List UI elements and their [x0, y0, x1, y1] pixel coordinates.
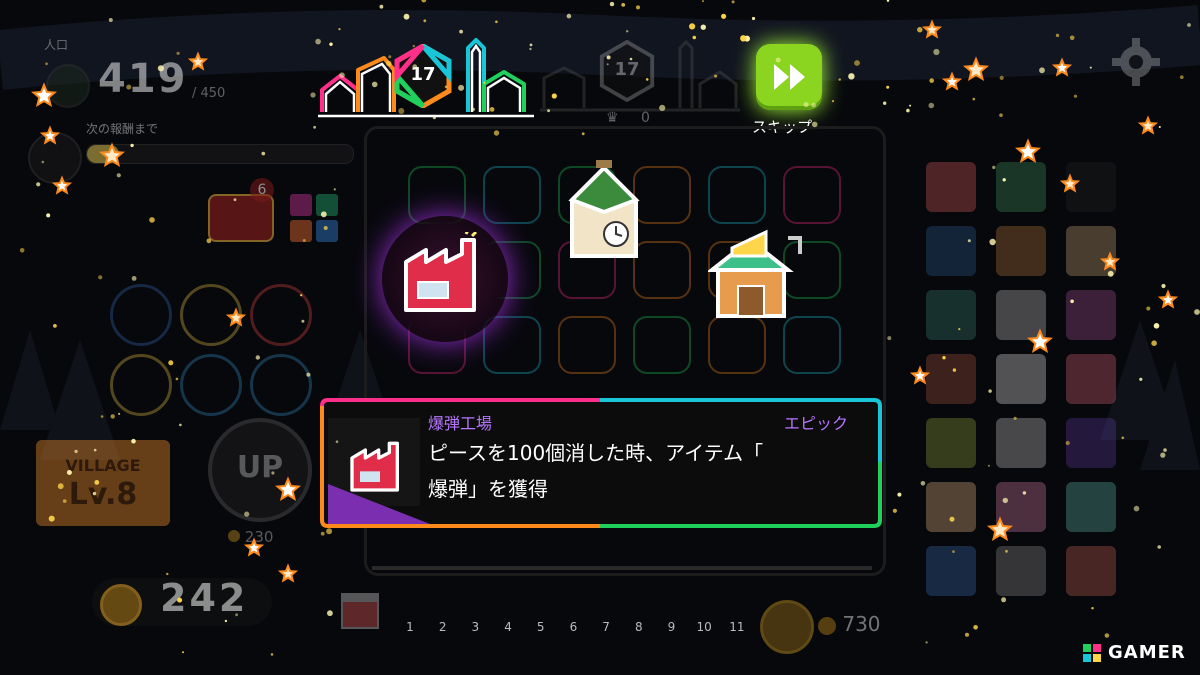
grid-tile[interactable]: [708, 166, 766, 224]
tooltip-rarity: エピック: [784, 414, 849, 433]
tooltip-description-line1: ピースを100個消した時、アイテム「: [428, 441, 764, 465]
timeline-tick: 9: [667, 620, 676, 634]
timeline-tick: 3: [471, 620, 480, 634]
building-icon[interactable]: [926, 546, 976, 596]
timeline-tick: 10: [696, 620, 712, 634]
grid-tile[interactable]: [483, 166, 541, 224]
item-slot[interactable]: [110, 284, 172, 346]
timeline-tick: 8: [634, 620, 643, 634]
upgrade-cost: 230: [228, 528, 273, 546]
coin-count: 242: [160, 576, 249, 620]
reward-chest-icon: [28, 132, 82, 184]
building-icon[interactable]: [1066, 226, 1116, 276]
building-icon[interactable]: [1066, 546, 1116, 596]
building-icon[interactable]: [926, 418, 976, 468]
building-icon[interactable]: [996, 354, 1046, 404]
timeline-ticks: 1 2 3 4 5 6 7 8 9 10 11: [398, 620, 749, 634]
grid-tile[interactable]: [783, 316, 841, 374]
round-badge-number: 17: [410, 64, 436, 85]
building-collection: [926, 162, 1122, 596]
cheese-shop-icon[interactable]: [708, 226, 806, 320]
factory-icon[interactable]: [402, 232, 488, 316]
crown-counter: ♛ 0: [606, 110, 650, 126]
building-icon[interactable]: [996, 162, 1046, 212]
timeline-tick: 5: [536, 620, 545, 634]
grid-tile[interactable]: [408, 166, 466, 224]
population-max: / 450: [192, 86, 226, 101]
village-level: Lv.8: [68, 477, 138, 512]
calendar-icon: [338, 584, 382, 632]
grid-tile[interactable]: [633, 316, 691, 374]
grid-tile[interactable]: [558, 316, 616, 374]
building-icon[interactable]: [926, 354, 976, 404]
building-icon[interactable]: [1066, 162, 1116, 212]
building-icon[interactable]: [1066, 354, 1116, 404]
population-panel: 人口: [44, 36, 68, 53]
timeline-tick: 11: [729, 620, 745, 634]
gear-icon: [1112, 38, 1160, 86]
bank-icon[interactable]: [760, 600, 814, 654]
item-slot[interactable]: [180, 354, 242, 416]
building-icon[interactable]: [996, 418, 1046, 468]
item-slot[interactable]: [250, 284, 312, 346]
reward-label: 次の報酬まで: [86, 122, 159, 136]
building-icon[interactable]: [996, 290, 1046, 340]
tooltip-factory-icon: [350, 441, 399, 492]
building-icon[interactable]: [926, 162, 976, 212]
settings-button[interactable]: [1110, 36, 1162, 88]
crown-count: 0: [641, 110, 650, 126]
timeline-tick: 4: [504, 620, 512, 634]
building-icon[interactable]: [996, 226, 1046, 276]
building-icon[interactable]: [1066, 290, 1116, 340]
item-slot[interactable]: [180, 284, 242, 346]
population-label: 人口: [44, 38, 69, 52]
village-level-panel: VILLAGE Lv.8: [36, 440, 170, 526]
coin-icon: [228, 530, 240, 542]
reward-progress-bar: [86, 144, 354, 164]
right-coin-counter: 730: [818, 612, 881, 636]
right-coin-value: 730: [842, 612, 881, 636]
round-badge-dim-number: 17: [614, 59, 640, 80]
grid-tile[interactable]: [483, 316, 541, 374]
building-icon[interactable]: [996, 482, 1046, 532]
skip-icon: [774, 64, 805, 90]
color-blocks: [290, 194, 338, 242]
village-title: VILLAGE: [65, 456, 141, 475]
item-slots: [110, 284, 312, 416]
round-badge-dim: 17: [598, 39, 656, 103]
coin-icon: [100, 584, 142, 626]
tooltip-item-name: 爆弾工場: [428, 414, 493, 433]
upgrade-button[interactable]: UP: [208, 418, 312, 522]
timeline-tick: 2: [438, 620, 447, 634]
building-icon[interactable]: [1066, 418, 1116, 468]
watermark-text: GAMER: [1108, 642, 1186, 663]
board-bottom-edge: [372, 566, 872, 570]
building-icon[interactable]: [926, 482, 976, 532]
grid-tile[interactable]: [783, 166, 841, 224]
grid-tile[interactable]: [708, 316, 766, 374]
tooltip-description-line2: 爆弾」を獲得: [428, 477, 548, 501]
timeline-tick: 1: [406, 620, 414, 634]
upgrade-label: UP: [236, 450, 284, 485]
crown-icon: ♛: [606, 110, 619, 126]
building-icon[interactable]: [926, 290, 976, 340]
watermark: GAMER: [1082, 642, 1186, 663]
building-icon[interactable]: [996, 546, 1046, 596]
item-slot[interactable]: [110, 354, 172, 416]
clock-tower-icon[interactable]: [566, 160, 642, 264]
population-value: 419: [98, 56, 188, 102]
round-badge: 17: [394, 43, 452, 109]
skip-button[interactable]: [756, 44, 822, 110]
coin-icon: [818, 616, 836, 635]
population-icon: [46, 64, 90, 108]
building-icon[interactable]: [1066, 482, 1116, 532]
building-icon[interactable]: [926, 226, 976, 276]
badge-count: 6: [250, 178, 274, 202]
upgrade-cost-value: 230: [244, 528, 274, 546]
gamer-logo-icon: [1083, 643, 1101, 662]
item-slot[interactable]: [250, 354, 312, 416]
timeline-tick: 6: [569, 620, 578, 634]
timeline-tick: 7: [602, 620, 610, 634]
